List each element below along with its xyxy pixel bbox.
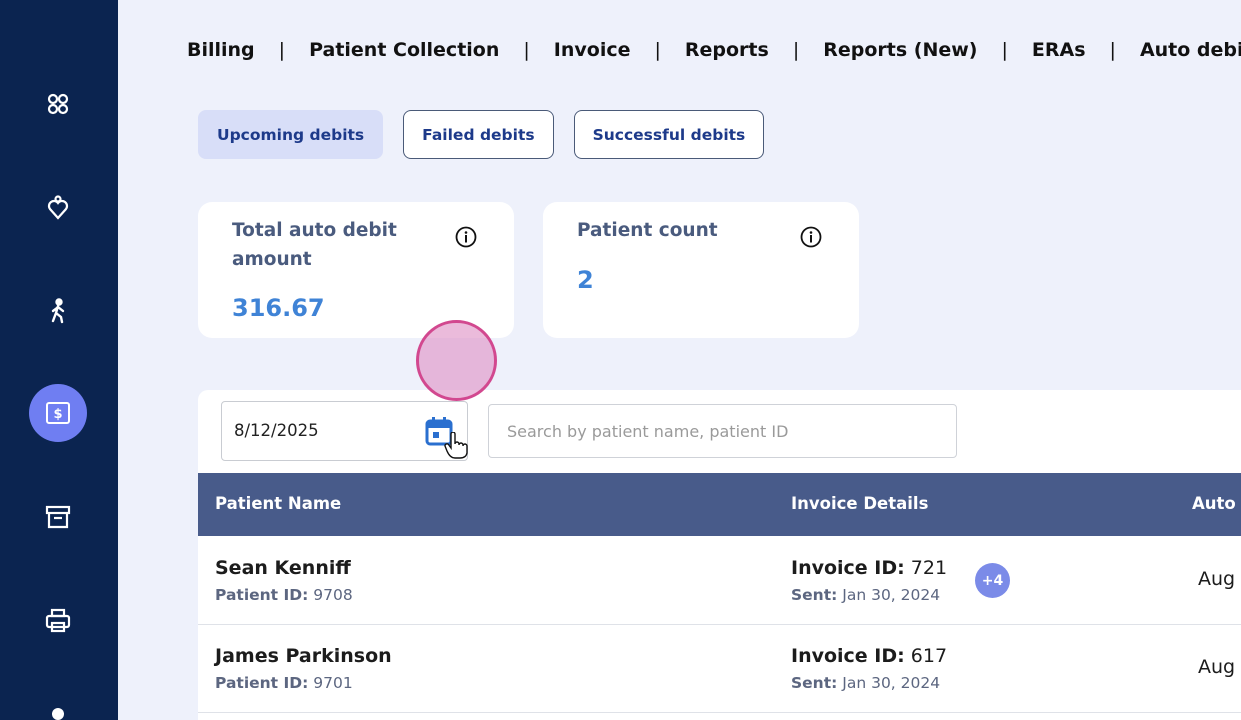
nav-billing[interactable]: Billing [187, 39, 255, 61]
patient-count-card: Patient count 2 [543, 202, 859, 338]
sidebar: $ [0, 0, 118, 720]
hand-cursor-icon [444, 432, 468, 459]
total-auto-debit-value: 316.67 [232, 294, 325, 322]
invoice-sent-date: Sent: Jan 30, 2024 [791, 586, 941, 604]
column-patient-name: Patient Name [215, 494, 342, 513]
table-header: Patient Name Invoice Details Auto D [198, 473, 1241, 536]
walking-person-icon[interactable] [29, 282, 87, 340]
date-value: 8/12/2025 [234, 421, 319, 440]
total-auto-debit-card: Total auto debit amount 316.67 [198, 202, 514, 338]
dollar-bill-icon[interactable]: $ [29, 384, 87, 442]
location-heart-icon[interactable] [29, 179, 87, 237]
auto-debit-date: Aug [1198, 568, 1236, 590]
table-row[interactable]: Sean Kenniff Patient ID: 9708 Invoice ID… [198, 537, 1241, 625]
nav-reports[interactable]: Reports [685, 39, 769, 61]
nav-separator: | [792, 39, 800, 61]
patient-name: Sean Kenniff [215, 557, 351, 579]
info-icon[interactable] [455, 226, 477, 248]
nav-patient-collection[interactable]: Patient Collection [309, 39, 499, 61]
person-icon[interactable] [29, 688, 87, 720]
nav-separator: | [1109, 39, 1116, 61]
nav-separator: | [1001, 39, 1008, 61]
archive-icon[interactable] [29, 488, 87, 546]
top-nav: Billing | Patient Collection | Invoice |… [187, 36, 1241, 64]
info-icon[interactable] [800, 226, 822, 248]
date-picker[interactable]: 8/12/2025 [221, 401, 468, 461]
svg-text:$: $ [53, 407, 62, 422]
more-invoices-badge[interactable]: +4 [975, 563, 1010, 598]
tab-successful-debits[interactable]: Successful debits [573, 110, 765, 159]
nav-reports-new[interactable]: Reports (New) [823, 39, 977, 61]
patient-id: Patient ID: 9701 [215, 674, 353, 692]
invoice-id: Invoice ID: 721 [791, 557, 948, 579]
invoice-sent-date: Sent: Jan 30, 2024 [791, 674, 941, 692]
patient-count-label: Patient count [577, 220, 718, 241]
patient-id: Patient ID: 9708 [215, 586, 353, 604]
printer-icon[interactable] [29, 592, 87, 650]
grid-icon[interactable] [29, 75, 87, 133]
nav-invoice[interactable]: Invoice [554, 39, 631, 61]
tab-upcoming-debits[interactable]: Upcoming debits [198, 110, 384, 159]
nav-auto-debit[interactable]: Auto debit [1140, 39, 1241, 61]
patient-name: James Parkinson [215, 645, 392, 667]
nav-separator: | [278, 39, 286, 61]
patient-search-input[interactable] [488, 404, 957, 458]
patient-count-value: 2 [577, 266, 594, 294]
tab-failed-debits[interactable]: Failed debits [403, 110, 554, 159]
debit-tabs: Upcoming debits Failed debits Successful… [198, 110, 765, 159]
column-auto-debit: Auto D [1192, 494, 1241, 513]
click-indicator [416, 320, 497, 401]
auto-debit-date: Aug [1198, 656, 1236, 678]
nav-separator: | [523, 39, 530, 61]
invoice-id: Invoice ID: 617 [791, 645, 948, 667]
table-row[interactable]: James Parkinson Patient ID: 9701 Invoice… [198, 625, 1241, 713]
total-auto-debit-label: Total auto debit amount [232, 220, 397, 270]
column-invoice-details: Invoice Details [791, 494, 929, 513]
nav-separator: | [654, 39, 661, 61]
nav-eras[interactable]: ERAs [1032, 39, 1086, 61]
